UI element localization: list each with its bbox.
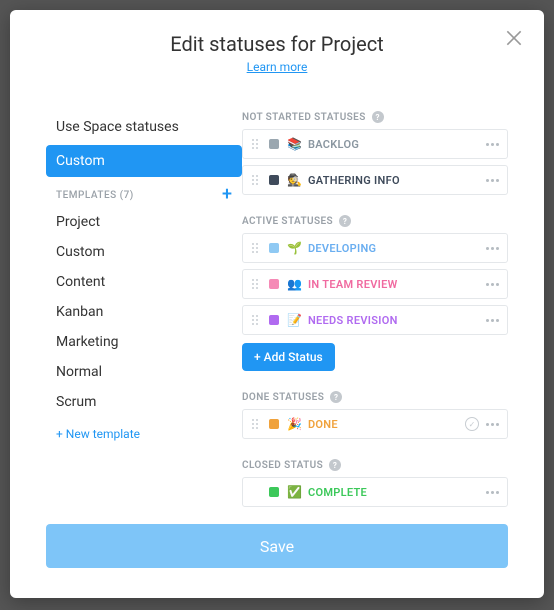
group-title: CLOSED STATUS <box>242 460 323 471</box>
drag-handle-icon[interactable] <box>247 315 263 325</box>
status-label: BACKLOG <box>308 138 483 151</box>
done-rows: 🎉 DONE✓ <box>242 409 508 439</box>
more-options-button[interactable] <box>483 179 501 182</box>
help-icon[interactable]: ? <box>330 391 342 403</box>
group-active: ACTIVE STATUSES ? 🌱 DEVELOPING 👥 IN TEAM RE… <box>242 215 508 371</box>
help-icon[interactable]: ? <box>329 459 341 471</box>
status-row[interactable]: ✅ COMPLETE <box>242 477 508 507</box>
status-color-icon <box>269 419 279 429</box>
status-row[interactable]: 📝 NEEDS REVISION <box>242 305 508 335</box>
modal-header: Edit statuses for Project Learn more <box>10 10 544 83</box>
templates-list: ProjectCustomContentKanbanMarketingNorma… <box>46 207 242 417</box>
template-item[interactable]: Normal <box>46 357 242 387</box>
status-label: COMPLETE <box>308 486 483 499</box>
status-label: IN TEAM REVIEW <box>308 278 483 291</box>
status-color-icon <box>269 487 279 497</box>
status-emoji-icon: 📚 <box>287 137 302 151</box>
learn-more-link[interactable]: Learn more <box>247 60 308 74</box>
close-icon <box>504 28 524 48</box>
status-label: DONE <box>308 418 465 431</box>
group-header-closed: CLOSED STATUS ? <box>242 459 508 471</box>
modal-body: Use Space statuses Custom TEMPLATES (7) … <box>10 83 544 524</box>
closed-rows: ✅ COMPLETE <box>242 477 508 507</box>
status-row[interactable]: 🎉 DONE✓ <box>242 409 508 439</box>
drag-handle-icon[interactable] <box>247 243 263 253</box>
group-title: DONE STATUSES <box>242 392 324 403</box>
modal-footer: Save <box>10 524 544 598</box>
save-button[interactable]: Save <box>46 524 508 568</box>
status-color-icon <box>269 279 279 289</box>
status-label: NEEDS REVISION <box>308 314 483 327</box>
more-options-button[interactable] <box>483 247 501 250</box>
more-options-button[interactable] <box>483 423 501 426</box>
modal-title: Edit statuses for Project <box>30 32 524 56</box>
active-rows: 🌱 DEVELOPING 👥 IN TEAM REVIEW 📝 NEEDS REVISIO… <box>242 233 508 335</box>
more-options-button[interactable] <box>483 491 501 494</box>
sidebar-custom[interactable]: Custom <box>46 145 242 177</box>
not-started-rows: 📚 BACKLOG 🕵️ GATHERING INFO <box>242 129 508 195</box>
status-color-icon <box>269 175 279 185</box>
help-icon[interactable]: ? <box>372 111 384 123</box>
status-emoji-icon: 🕵️ <box>287 173 302 187</box>
drag-handle-icon[interactable] <box>247 175 263 185</box>
status-color-icon <box>269 139 279 149</box>
status-label: GATHERING INFO <box>308 174 483 187</box>
drag-handle-icon[interactable] <box>247 139 263 149</box>
template-item[interactable]: Project <box>46 207 242 237</box>
status-emoji-icon: 📝 <box>287 313 302 327</box>
group-title: ACTIVE STATUSES <box>242 216 333 227</box>
status-color-icon <box>269 315 279 325</box>
status-label: DEVELOPING <box>308 242 483 255</box>
group-header-done: DONE STATUSES ? <box>242 391 508 403</box>
group-title: NOT STARTED STATUSES <box>242 112 366 123</box>
drag-handle-icon[interactable] <box>247 279 263 289</box>
group-not-started: NOT STARTED STATUSES ? 📚 BACKLOG 🕵️ GATHERI… <box>242 111 508 195</box>
group-closed: CLOSED STATUS ? ✅ COMPLETE <box>242 459 508 507</box>
template-item[interactable]: Custom <box>46 237 242 267</box>
status-emoji-icon: 👥 <box>287 277 302 291</box>
status-row[interactable]: 🕵️ GATHERING INFO <box>242 165 508 195</box>
group-header-not-started: NOT STARTED STATUSES ? <box>242 111 508 123</box>
more-options-button[interactable] <box>483 283 501 286</box>
status-groups: NOT STARTED STATUSES ? 📚 BACKLOG 🕵️ GATHERI… <box>242 93 544 524</box>
templates-label: TEMPLATES (7) <box>56 190 134 201</box>
template-item[interactable]: Content <box>46 267 242 297</box>
drag-handle-icon[interactable] <box>247 419 263 429</box>
new-template-link[interactable]: + New template <box>46 417 242 441</box>
status-row[interactable]: 🌱 DEVELOPING <box>242 233 508 263</box>
edit-statuses-modal: Edit statuses for Project Learn more Use… <box>10 10 544 598</box>
template-item[interactable]: Kanban <box>46 297 242 327</box>
template-item[interactable]: Scrum <box>46 387 242 417</box>
status-color-icon <box>269 243 279 253</box>
add-status-button[interactable]: + Add Status <box>242 343 335 371</box>
help-icon[interactable]: ? <box>339 215 351 227</box>
template-item[interactable]: Marketing <box>46 327 242 357</box>
group-header-active: ACTIVE STATUSES ? <box>242 215 508 227</box>
check-circle-icon[interactable]: ✓ <box>465 417 479 431</box>
add-template-button[interactable]: + <box>222 189 232 201</box>
close-button[interactable] <box>502 28 526 52</box>
group-done: DONE STATUSES ? 🎉 DONE✓ <box>242 391 508 439</box>
templates-header: TEMPLATES (7) + <box>46 181 242 207</box>
status-emoji-icon: ✅ <box>287 485 302 499</box>
status-row[interactable]: 📚 BACKLOG <box>242 129 508 159</box>
sidebar-use-space[interactable]: Use Space statuses <box>46 111 242 143</box>
more-options-button[interactable] <box>483 319 501 322</box>
status-row[interactable]: 👥 IN TEAM REVIEW <box>242 269 508 299</box>
status-emoji-icon: 🎉 <box>287 417 302 431</box>
status-emoji-icon: 🌱 <box>287 241 302 255</box>
more-options-button[interactable] <box>483 143 501 146</box>
sidebar: Use Space statuses Custom TEMPLATES (7) … <box>10 93 242 524</box>
